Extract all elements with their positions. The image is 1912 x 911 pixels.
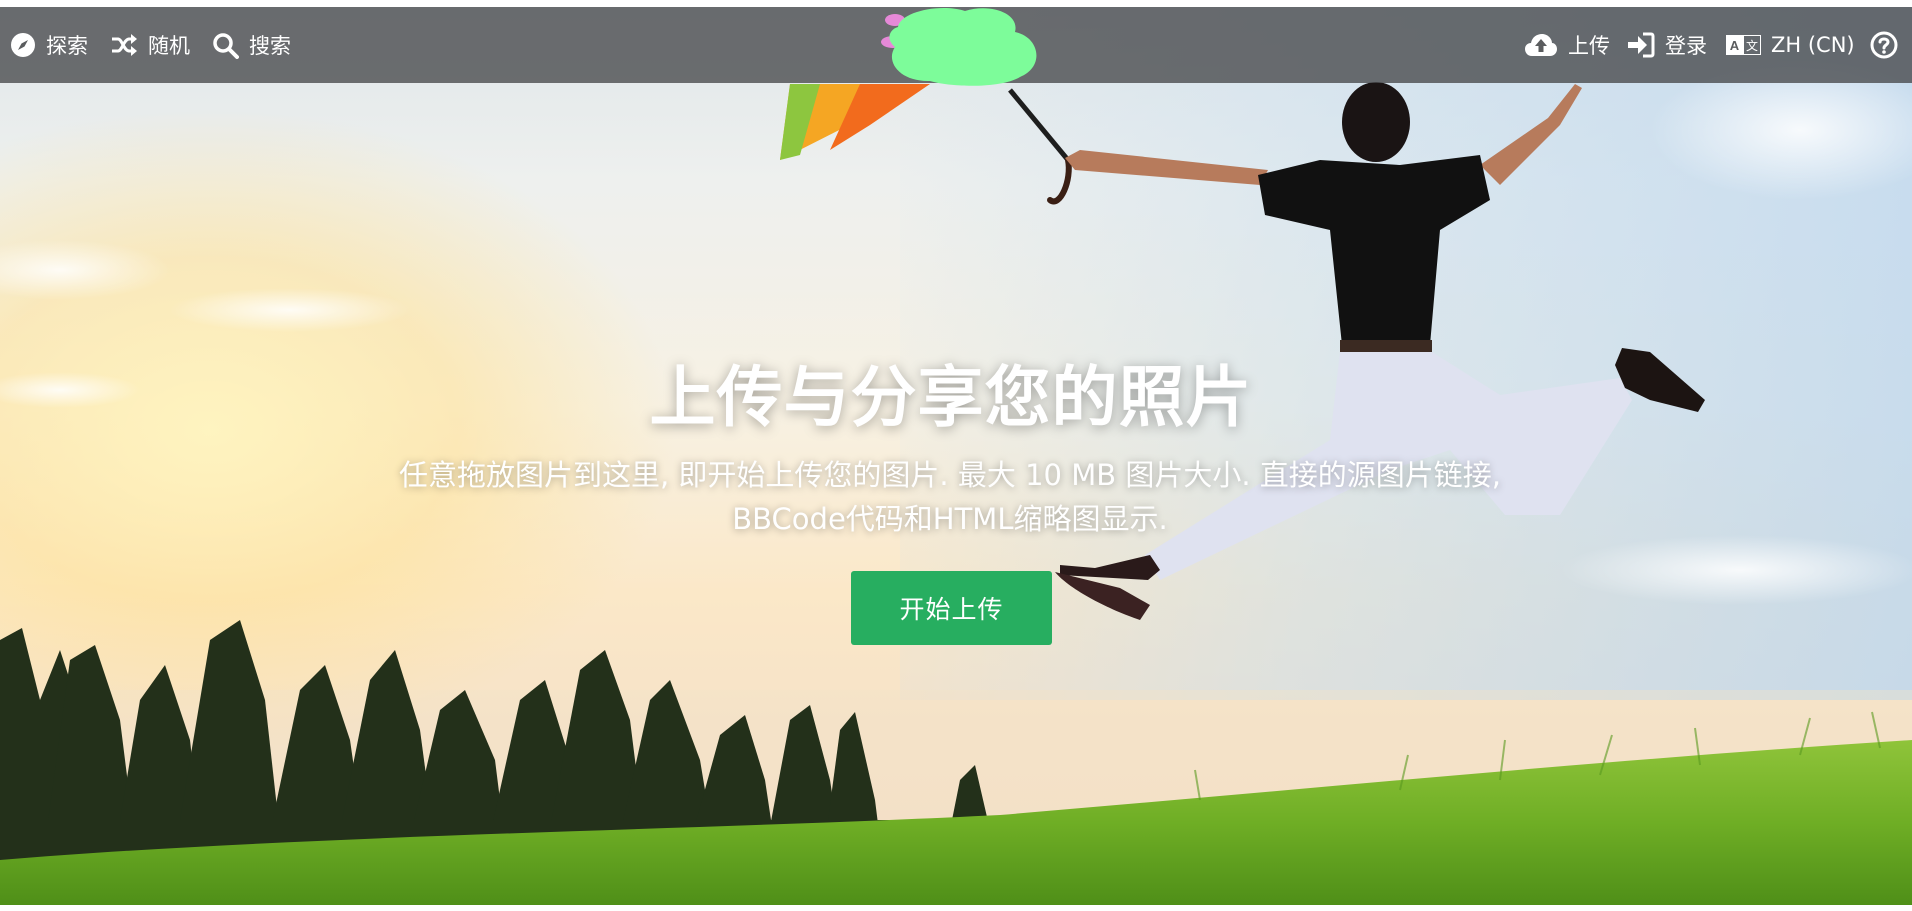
page: 探索 随机 搜索 上传 登录 A 文 ZH (CN) 上传与分享您的照片 任意拖… — [0, 0, 1912, 911]
hero-title: 上传与分享您的照片 — [649, 359, 1253, 436]
site-logo[interactable] — [880, 7, 1080, 99]
search-icon — [212, 32, 239, 59]
nav-help[interactable] — [1870, 7, 1898, 83]
nav-explore[interactable]: 探索 — [10, 7, 88, 83]
top-edge — [0, 0, 1912, 7]
nav-random-label: 随机 — [148, 34, 190, 58]
bottom-edge — [0, 905, 1912, 911]
nav-language[interactable]: A 文 ZH (CN) — [1726, 7, 1855, 83]
shuffle-icon — [110, 32, 138, 58]
top-navigation-bar: 探索 随机 搜索 上传 登录 A 文 ZH (CN) — [0, 7, 1912, 86]
nav-login[interactable]: 登录 — [1627, 7, 1707, 83]
start-upload-button[interactable]: 开始上传 — [851, 571, 1052, 645]
nav-explore-label: 探索 — [46, 34, 88, 58]
language-icon: A 文 — [1726, 35, 1761, 55]
cloud — [0, 240, 170, 300]
help-icon — [1870, 31, 1898, 59]
cloud — [170, 288, 410, 332]
nav-upload[interactable]: 上传 — [1524, 7, 1610, 83]
nav-login-label: 登录 — [1665, 34, 1707, 58]
nav-upload-label: 上传 — [1568, 34, 1610, 58]
cloud-upload-icon — [1524, 32, 1558, 58]
nav-language-label: ZH (CN) — [1771, 33, 1855, 57]
sign-in-icon — [1627, 32, 1655, 58]
svg-text:文: 文 — [1746, 38, 1758, 53]
hero-description: 任意拖放图片到这里, 即开始上传您的图片. 最大 10 MB 图片大小. 直接的… — [398, 458, 1501, 536]
svg-text:A: A — [1730, 38, 1740, 53]
nav-search[interactable]: 搜索 — [212, 7, 291, 83]
nav-random[interactable]: 随机 — [110, 7, 190, 83]
nav-search-label: 搜索 — [249, 34, 291, 58]
compass-icon — [10, 32, 36, 58]
umbrella — [780, 84, 1072, 205]
cloud — [1560, 535, 1912, 605]
